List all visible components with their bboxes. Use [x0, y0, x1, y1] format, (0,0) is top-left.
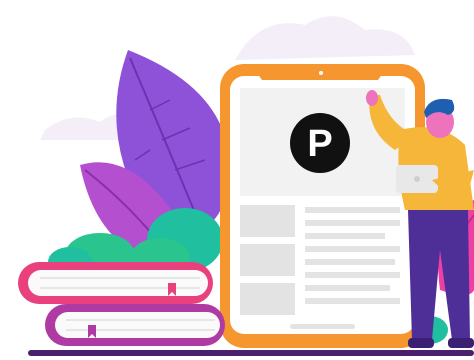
illustration-canvas: P	[0, 0, 474, 360]
content-blocks	[240, 205, 295, 315]
home-bar	[290, 324, 355, 329]
shoe-right	[448, 338, 474, 348]
laptop-logo	[414, 176, 420, 182]
camera-dot	[319, 71, 323, 75]
book-stack	[18, 262, 225, 346]
hand-raised	[366, 90, 378, 106]
reading-illustration: P	[18, 16, 474, 356]
ground-line	[28, 350, 474, 356]
shoe-left	[408, 338, 434, 348]
book-bottom	[45, 304, 225, 346]
book-top	[18, 262, 213, 304]
tablet-device: P	[220, 64, 425, 348]
logo-letter: P	[307, 123, 332, 165]
